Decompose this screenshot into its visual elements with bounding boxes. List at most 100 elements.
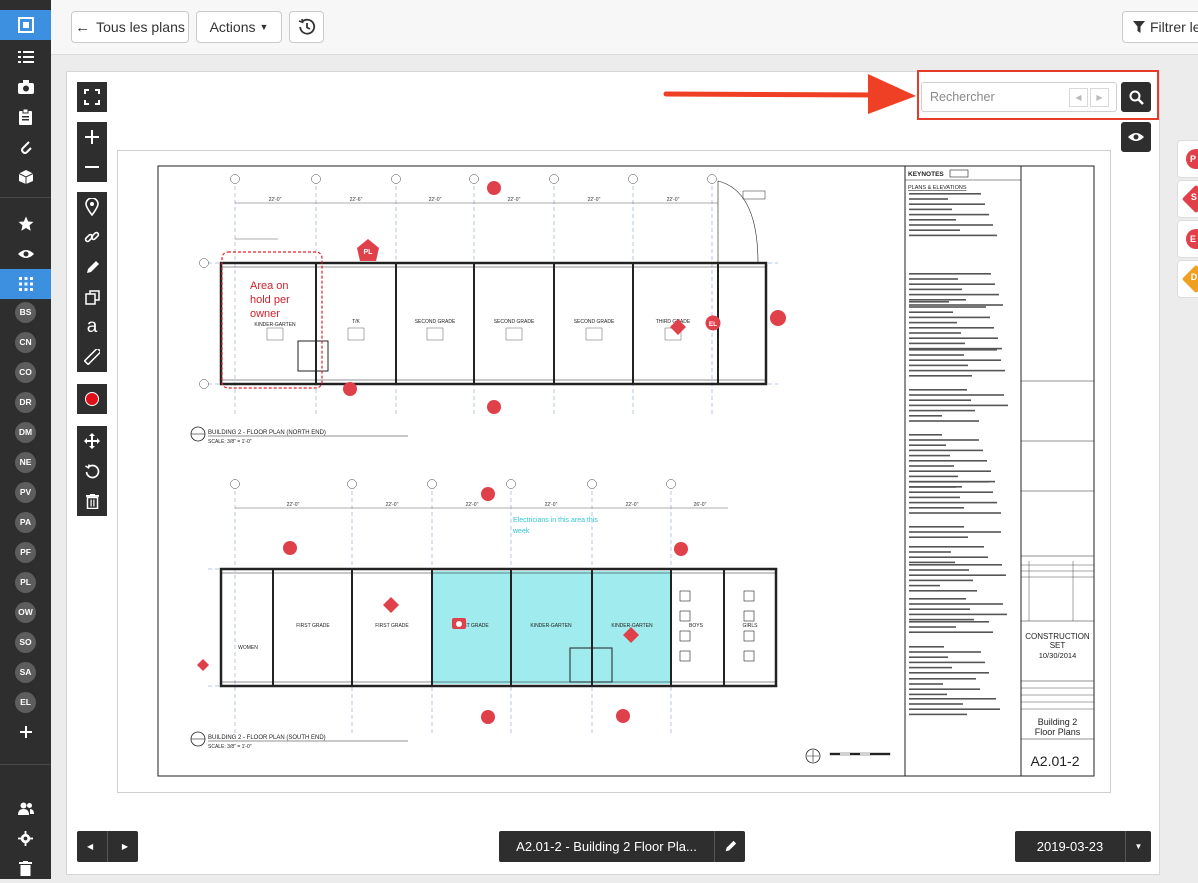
move-tool-button[interactable]: [77, 426, 107, 456]
expand-icon: [84, 89, 100, 105]
room-label: SECOND GRADE: [574, 319, 615, 325]
plus-icon[interactable]: [0, 717, 51, 747]
color-picker-button[interactable]: [77, 384, 107, 414]
sidebar-item-pa[interactable]: PA: [0, 507, 51, 537]
room-label: KINDER-GARTEN: [530, 623, 572, 629]
svg-text:hold per: hold per: [250, 294, 290, 306]
sidebar-badge-label: SA: [15, 661, 36, 683]
sidebar-item-el[interactable]: EL: [0, 687, 51, 717]
rotate-tool-button[interactable]: [77, 456, 107, 486]
marker-filter-tab[interactable]: D: [1177, 260, 1198, 298]
svg-text:SCALE: 3/8" = 1'-0": SCALE: 3/8" = 1'-0": [208, 439, 252, 445]
svg-text:BUILDING 2 - FLOOR PLAN (NORTH: BUILDING 2 - FLOOR PLAN (NORTH END): [208, 430, 326, 436]
svg-text:Area on: Area on: [250, 280, 289, 292]
svg-text:A2.01-2: A2.01-2: [1030, 753, 1079, 769]
eye-icon[interactable]: [0, 239, 51, 269]
sidebar-item-dr[interactable]: DR: [0, 387, 51, 417]
pin-tool-button[interactable]: [77, 192, 107, 222]
toggle-visibility-button[interactable]: [1121, 122, 1151, 152]
svg-text:PL: PL: [364, 249, 374, 256]
plans-icon[interactable]: [0, 10, 51, 40]
sheet-selector[interactable]: A2.01-2 - Building 2 Floor Pla...: [499, 831, 714, 862]
marker-type-label: E: [1189, 234, 1196, 244]
sidebar-item-cn[interactable]: CN: [0, 327, 51, 357]
sidebar-item-sa[interactable]: SA: [0, 657, 51, 687]
copy-shape-icon: [84, 289, 100, 305]
sidebar-badge-label: CN: [15, 331, 36, 353]
next-sheet-button[interactable]: ▶: [122, 842, 128, 851]
sidebar-item-bs[interactable]: BS: [0, 297, 51, 327]
room-label: GIRLS: [742, 623, 758, 629]
marker-filter-tab[interactable]: P: [1177, 140, 1198, 178]
sidebar-badge-label: DR: [15, 391, 36, 413]
sidebar-item-dm[interactable]: DM: [0, 417, 51, 447]
svg-text:22'-0": 22'-0": [429, 197, 442, 203]
svg-text:22'-0": 22'-0": [287, 502, 300, 508]
move-arrows-icon: [84, 433, 100, 449]
sidebar-item-ne[interactable]: NE: [0, 447, 51, 477]
svg-text:EL: EL: [709, 321, 717, 328]
link-tool-button[interactable]: [77, 222, 107, 252]
sidebar-badge-label: DM: [15, 421, 36, 443]
sidebar-item-pv[interactable]: PV: [0, 477, 51, 507]
sidebar-item-ow[interactable]: OW: [0, 597, 51, 627]
measure-tool-button[interactable]: [77, 342, 107, 372]
sidebar-item-so[interactable]: SO: [0, 627, 51, 657]
sidebar-badge-label: SO: [15, 631, 36, 653]
version-dropdown-button[interactable]: ▼: [1125, 831, 1151, 862]
star-icon[interactable]: [0, 209, 51, 239]
marker-type-icon: E: [1186, 229, 1198, 249]
shape-tool-button[interactable]: [77, 282, 107, 312]
gear-icon[interactable]: [0, 823, 51, 853]
previous-sheet-button[interactable]: ◀: [87, 842, 93, 851]
edit-sheet-button[interactable]: [714, 831, 745, 862]
room-label: FIRST GRADE: [375, 623, 409, 629]
marker-type-icon: D: [1181, 264, 1198, 294]
svg-text:22'-0": 22'-0": [626, 502, 639, 508]
svg-text:week: week: [512, 528, 530, 535]
marker-type-icon: S: [1181, 184, 1198, 214]
svg-text:CONSTRUCTION: CONSTRUCTION: [1025, 632, 1090, 641]
map-pin-icon: [85, 198, 99, 216]
camera-icon[interactable]: [0, 72, 51, 102]
svg-text:Building 2: Building 2: [1038, 717, 1078, 727]
sidebar-item-pl[interactable]: PL: [0, 567, 51, 597]
history-button[interactable]: [289, 11, 324, 43]
svg-text:10/30/2014: 10/30/2014: [1039, 651, 1077, 660]
pencil-tool-button[interactable]: [77, 252, 107, 282]
annotation-arrow: [663, 74, 916, 114]
sidebar-badge-label: PA: [15, 511, 36, 533]
marker-filter-tab[interactable]: E: [1177, 220, 1198, 258]
zoom-out-button[interactable]: [77, 152, 107, 182]
plus-icon: [85, 130, 99, 144]
cube-icon[interactable]: [0, 162, 51, 192]
text-tool-button[interactable]: a: [77, 312, 107, 342]
filter-icon: [1133, 21, 1145, 33]
link-icon: [84, 231, 100, 243]
users-icon[interactable]: [0, 793, 51, 823]
caret-down-icon: ▼: [259, 22, 269, 32]
marker-filter-tab[interactable]: S: [1177, 180, 1198, 218]
actions-dropdown-button[interactable]: Actions ▼: [196, 11, 282, 43]
filter-button[interactable]: Filtrer le: [1122, 11, 1198, 43]
back-to-plans-button[interactable]: ← Tous les plans: [71, 11, 189, 43]
room-label: FIRST GRADE: [296, 623, 330, 629]
svg-text:SET: SET: [1050, 641, 1066, 650]
red-color-swatch: [85, 392, 99, 406]
blueprint-sheet[interactable]: KEYNOTES PLANS & ELEVATIONS CONSTRUCTION…: [117, 150, 1111, 793]
sidebar-badge-label: BS: [15, 301, 36, 323]
sidebar-item-pf[interactable]: PF: [0, 537, 51, 567]
sidebar-item-co[interactable]: CO: [0, 357, 51, 387]
fullscreen-button[interactable]: [77, 82, 107, 112]
clipboard-icon[interactable]: [0, 102, 51, 132]
list-icon[interactable]: [0, 42, 51, 72]
marker-type-icon: P: [1186, 149, 1198, 169]
svg-text:Floor Plans: Floor Plans: [1035, 727, 1081, 737]
version-date-selector[interactable]: 2019-03-23: [1015, 831, 1125, 862]
grid-icon[interactable]: [0, 269, 51, 299]
paperclip-icon[interactable]: [0, 132, 51, 162]
zoom-in-button[interactable]: [77, 122, 107, 152]
delete-tool-button[interactable]: [77, 486, 107, 516]
svg-text:22'-0": 22'-0": [269, 197, 282, 203]
sidebar-badge-label: PV: [15, 481, 36, 503]
